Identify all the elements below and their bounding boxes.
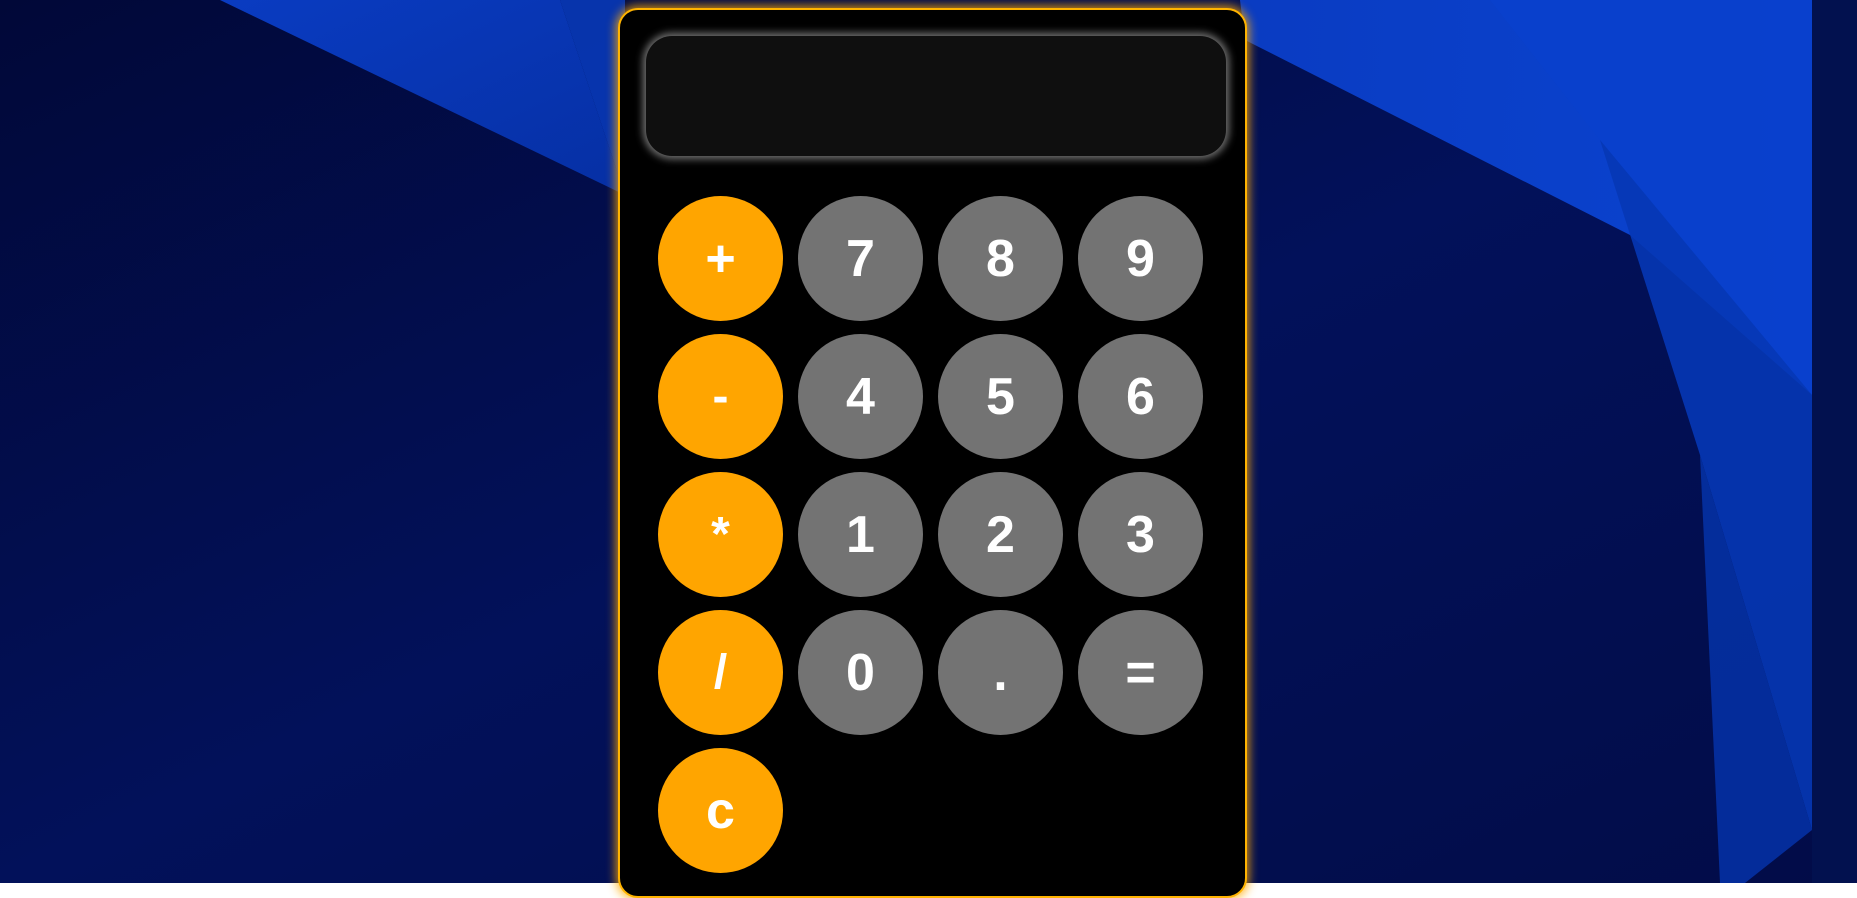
eight-button[interactable]: 8: [938, 196, 1063, 321]
six-button[interactable]: 6: [1078, 334, 1203, 459]
three-button[interactable]: 3: [1078, 472, 1203, 597]
divide-button[interactable]: /: [658, 610, 783, 735]
calculator-display: [646, 36, 1226, 156]
zero-button[interactable]: 0: [798, 610, 923, 735]
minus-button[interactable]: -: [658, 334, 783, 459]
two-button[interactable]: 2: [938, 472, 1063, 597]
five-button[interactable]: 5: [938, 334, 1063, 459]
multiply-button[interactable]: *: [658, 472, 783, 597]
equals-button[interactable]: =: [1078, 610, 1203, 735]
plus-button[interactable]: +: [658, 196, 783, 321]
seven-button[interactable]: 7: [798, 196, 923, 321]
decimal-button[interactable]: .: [938, 610, 1063, 735]
clear-button[interactable]: c: [658, 748, 783, 873]
one-button[interactable]: 1: [798, 472, 923, 597]
calculator: + 7 8 9 - 4 5 6 * 1 2 3 / 0 . = c: [618, 8, 1247, 898]
nine-button[interactable]: 9: [1078, 196, 1203, 321]
keypad: + 7 8 9 - 4 5 6 * 1 2 3 / 0 . = c: [658, 196, 1203, 873]
four-button[interactable]: 4: [798, 334, 923, 459]
